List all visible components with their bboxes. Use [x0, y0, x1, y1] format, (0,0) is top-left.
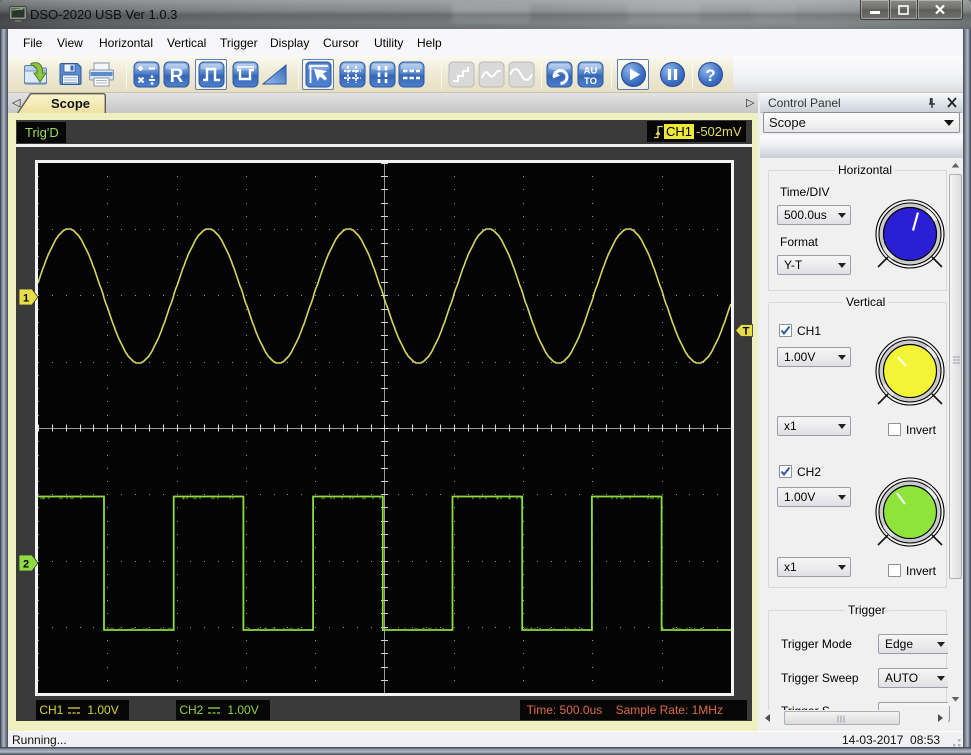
- svg-text:?: ?: [705, 66, 715, 85]
- svg-text:AU: AU: [584, 66, 598, 77]
- svg-text:T: T: [743, 326, 750, 338]
- svg-text:R: R: [170, 66, 184, 87]
- svg-text:1: 1: [23, 293, 29, 305]
- svg-text:TO: TO: [584, 76, 597, 87]
- svg-text:2: 2: [23, 559, 29, 571]
